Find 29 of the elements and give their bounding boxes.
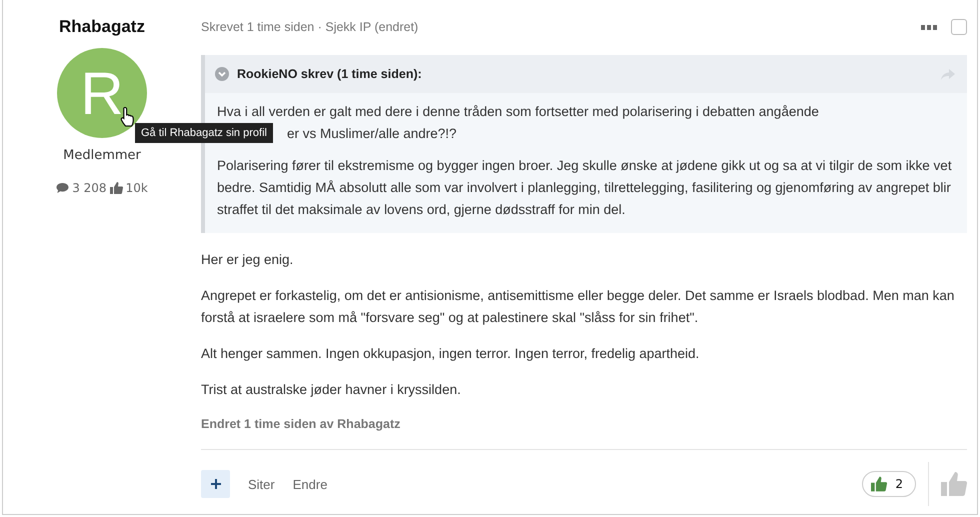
- quote-line: Hva i all verden er galt med dere i denne tråden som fortsetter med polarisering i debatten angående: [217, 103, 820, 121]
- quote-line: er vs Muslimer/alle andre?!?: [287, 125, 457, 143]
- reaction-count: 2: [895, 477, 903, 491]
- member-group: Medlemmer: [63, 148, 141, 163]
- reaction-summary[interactable]: 2: [862, 471, 916, 497]
- plus-icon: [210, 479, 220, 489]
- post-count: 3 208: [72, 181, 107, 195]
- author-name[interactable]: Rhabagatz: [59, 17, 145, 37]
- post-paragraph: Her er jeg enig.: [201, 251, 294, 269]
- reputation-count: 10k: [126, 181, 148, 195]
- action-link[interactable]: Endre: [292, 476, 328, 492]
- more-icon[interactable]: [921, 24, 937, 30]
- hand-cursor-icon: [120, 106, 136, 128]
- post-paragraph: Alt henger sammen. Ingen okkupasjon, ingen terror. Ingen terror, fredelig apartheid.: [201, 345, 700, 363]
- thumbs-up-icon: [110, 182, 123, 194]
- post-paragraph: Angrepet er forkastelig, om det er antisionisme, antisemittisme eller begge deler. Det samme er Israels blodbad. Men man kan forstå at israelere som må "forsvare seg" og at palestinere skal "slåss for sin frihet".: [201, 287, 956, 327]
- quote-paragraph: Polarisering fører til ekstremisme og bygger ingen broer. Jeg skulle ønske at jødene gikk ut og sa at vi tilgir de som ikke vet bedre. Samtidig MÅ absolutt alle som var involvert i planlegging, tilrettelegging, fasilitering og gjenomføring av angrepet blir straffet til det maksimale av lovens ord, gjerne dødsstraff for min del.: [217, 157, 953, 219]
- multiquote-button[interactable]: [201, 470, 230, 498]
- edit-note: Endret 1 time siden av Rhabagatz: [201, 417, 402, 431]
- collapse-icon[interactable]: [215, 67, 229, 81]
- select-checkbox[interactable]: [951, 19, 967, 35]
- comment-icon: [56, 182, 70, 194]
- thumbs-up-icon: [871, 476, 888, 492]
- post-meta: Skrevet 1 time siden · Sjekk IP (endret): [201, 20, 418, 34]
- post-paragraph: Trist at australske jøder havner i kryssilden.: [201, 381, 462, 399]
- tooltip: Gå til Rhabagatz sin profil: [135, 123, 273, 143]
- action-link[interactable]: Siter: [248, 476, 275, 492]
- thumbs-up-icon[interactable]: [941, 472, 967, 496]
- quote-author: RookieNO skrev (1 time siden):: [237, 67, 422, 81]
